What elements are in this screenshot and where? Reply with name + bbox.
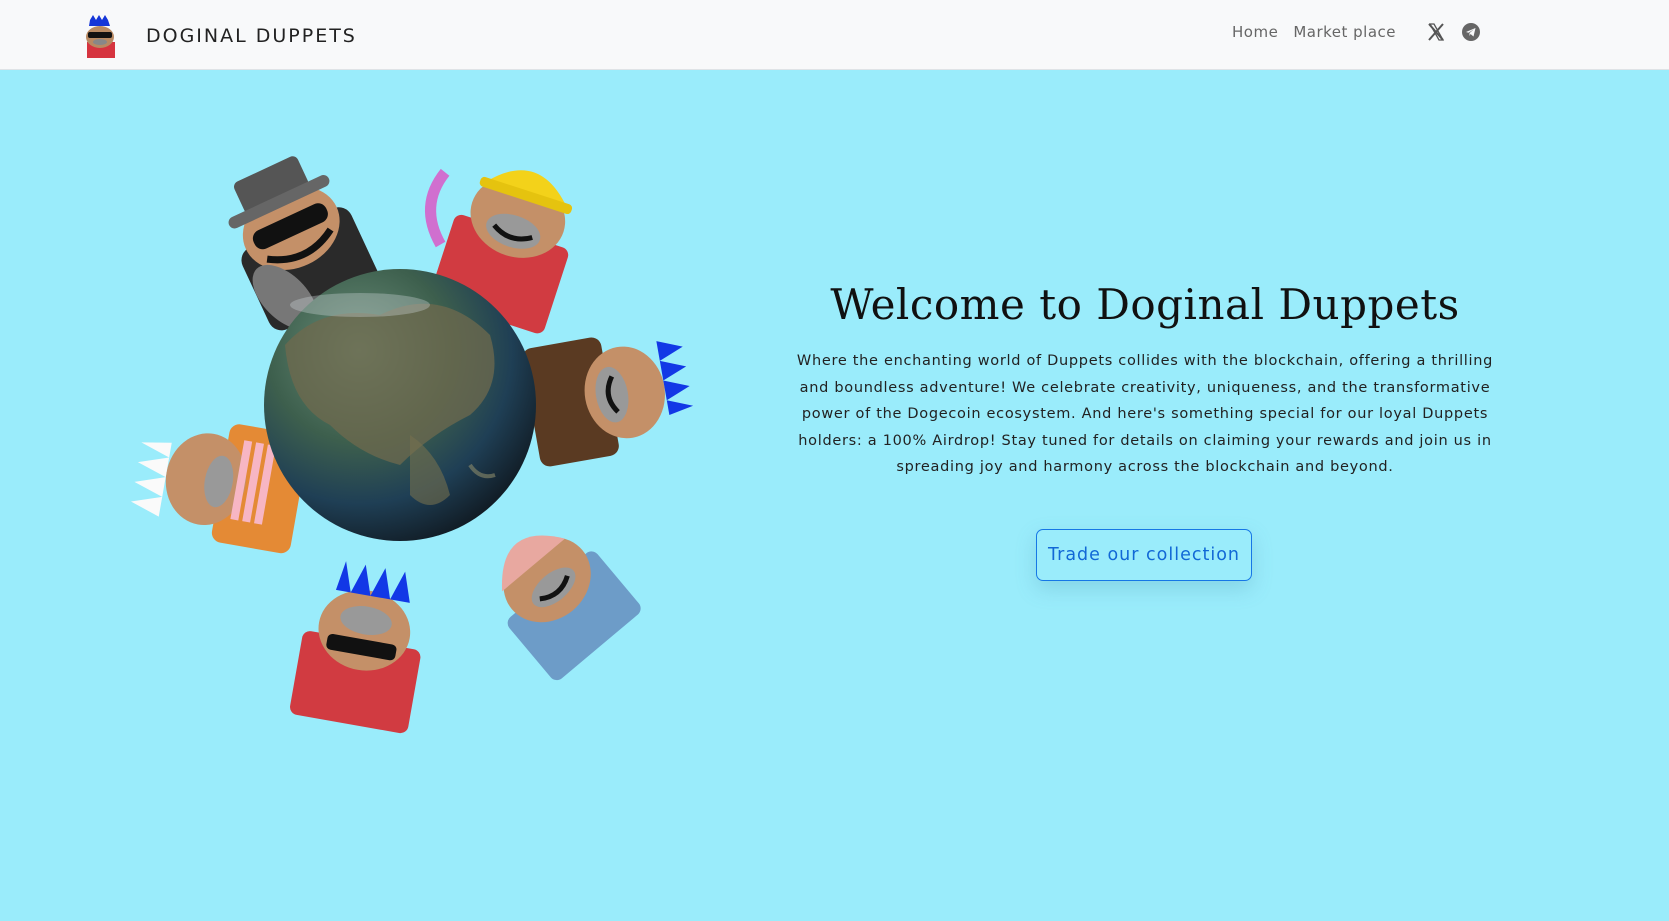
telegram-icon[interactable] xyxy=(1461,22,1481,42)
duppet-bluehair-icon xyxy=(522,337,694,467)
nav-link-marketplace[interactable]: Market place xyxy=(1293,23,1396,41)
nav-links: Home Market place xyxy=(1232,18,1481,46)
brand-name: DOGINAL DUPPETS xyxy=(146,25,357,47)
trade-collection-button[interactable]: Trade our collection xyxy=(1036,529,1252,581)
globe-image xyxy=(264,269,536,541)
duppet-logo-icon xyxy=(86,15,115,58)
hero-illustration xyxy=(130,156,694,734)
hero-title: Welcome to Doginal Duppets xyxy=(830,280,1460,329)
duppet-beanie-icon xyxy=(502,535,641,681)
brand[interactable]: DOGINAL DUPPETS xyxy=(78,14,357,58)
hero-description: Where the enchanting world of Duppets co… xyxy=(796,353,1494,475)
hero-content: Welcome to Doginal Duppets Where the enc… xyxy=(790,270,1500,481)
nav-link-home[interactable]: Home xyxy=(1232,23,1278,41)
duppet-sunglasses-icon xyxy=(290,561,421,734)
x-twitter-icon[interactable] xyxy=(1426,22,1446,42)
navbar: DOGINAL DUPPETS Home Market place xyxy=(0,0,1669,70)
